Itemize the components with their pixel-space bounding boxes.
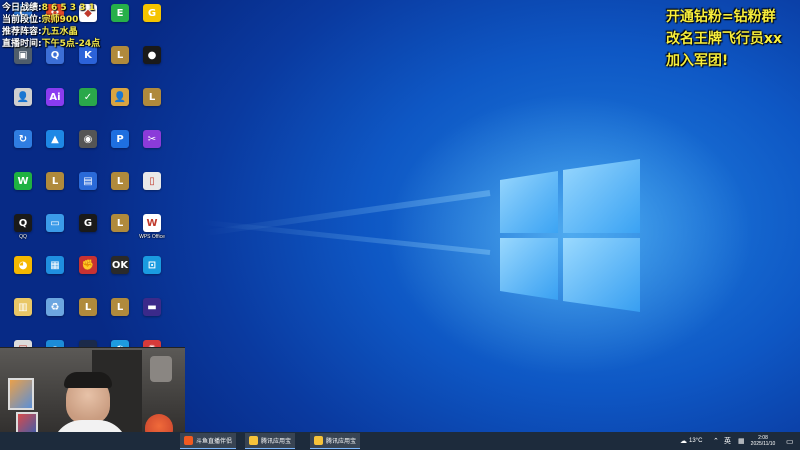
recycle-bin-icon: ♻ [46, 298, 64, 316]
clock-date: 2025/11/10 [750, 441, 776, 447]
stats-label: 推荐阵容: [2, 27, 42, 37]
lol-icon: L [46, 172, 64, 190]
app-icon: ✓ [79, 88, 97, 106]
app-icon: E [111, 4, 129, 22]
yingyongbao-icon [249, 436, 258, 445]
weather-temp: 13°C [689, 438, 703, 444]
network-icon[interactable]: ▦ [738, 432, 745, 450]
app-icon: ⊡ [143, 256, 161, 274]
lol-icon: L [111, 214, 129, 232]
taskbar-app-yingyongbao[interactable]: 腾讯应用宝 [245, 433, 296, 449]
app-icon: ◕ [14, 256, 32, 274]
stats-value: 下午5点-24点 [41, 39, 101, 49]
douyu-icon [184, 436, 193, 445]
app-icon: ◉ [79, 130, 97, 148]
system-clock[interactable]: 2:08 2025/11/10 [748, 432, 778, 450]
taskbar-app-label: 腾讯应用宝 [261, 439, 292, 445]
desktop-icon[interactable]: W WPS Office [132, 214, 172, 256]
stats-row: 今日战绩:8 6 5 3 3 1 [2, 2, 100, 14]
desktop-icon[interactable]: G [132, 4, 172, 46]
stats-value: 宗师900 [41, 15, 79, 25]
light-beam [201, 219, 491, 255]
file-icon: ▯ [143, 172, 161, 190]
stats-label: 当前段位: [2, 15, 42, 25]
app-icon: ✊ [79, 256, 97, 274]
app-icon: 👤 [14, 88, 32, 106]
promo-overlay: 开通钻粉=钻粉群 改名王牌飞行员xx 加入军团! [666, 6, 782, 72]
taskbar-app-label: 斗鱼直播伴侣 [196, 439, 233, 445]
app-icon: ↻ [14, 130, 32, 148]
notification-icon[interactable]: ▭ [786, 432, 794, 450]
desktop-icon[interactable]: ▯ [132, 172, 172, 214]
weather-widget[interactable]: ☁ 13°C [680, 432, 702, 450]
wall-poster [8, 378, 34, 410]
desktop-icon[interactable]: ⊡ [132, 256, 172, 298]
wps-icon: W [143, 214, 161, 232]
app-icon: 👤 [111, 88, 129, 106]
ime-indicator[interactable]: 英 [724, 432, 731, 450]
desktop-icon-label: WPS Office [139, 234, 165, 240]
app-icon: ▤ [79, 172, 97, 190]
taskbar-app-label: 腾讯应用宝 [326, 439, 357, 445]
app-icon: ● [143, 46, 161, 64]
taskbar-app-yingyongbao[interactable]: 腾讯应用宝 [310, 433, 361, 449]
wechat-icon: W [14, 172, 32, 190]
windows-logo [480, 150, 650, 320]
stats-row: 直播时间:下午5点-24点 [2, 38, 100, 50]
app-icon: ✂ [143, 130, 161, 148]
stats-label: 直播时间: [2, 39, 42, 49]
app-icon: ▬ [143, 298, 161, 316]
chevron-up-icon: ⌃ [713, 438, 719, 445]
stats-row: 推荐阵容:九五水晶 [2, 26, 100, 38]
stats-label: 今日战绩: [2, 3, 42, 13]
stats-row: 当前段位:宗师900 [2, 14, 100, 26]
taskbar: 斗鱼直播伴侣 腾讯应用宝 腾讯应用宝 ☁ 13°C ⌃ 英 ▦ 2:08 202… [0, 432, 800, 450]
stream-stats-overlay: 今日战绩:8 6 5 3 3 1 当前段位:宗师900 推荐阵容:九五水晶 直播… [2, 2, 100, 50]
desktop-icon[interactable]: ✂ [132, 130, 172, 172]
app-icon: G [143, 4, 161, 22]
app-icon: G [79, 214, 97, 232]
desktop-icon[interactable]: ▬ [132, 298, 172, 340]
app-icon: ▦ [46, 256, 64, 274]
lol-icon: L [111, 46, 129, 64]
file-icon: ▥ [14, 298, 32, 316]
promo-line: 改名王牌飞行员xx [665, 31, 782, 47]
desktop-icon[interactable]: L [132, 88, 172, 130]
desktop-icon[interactable]: ● [132, 46, 172, 88]
weather-icon: ☁ [680, 438, 687, 445]
app-icon: P [111, 130, 129, 148]
app-icon: OK [111, 256, 129, 274]
lol-icon: L [111, 298, 129, 316]
taskbar-app-douyu[interactable]: 斗鱼直播伴侣 [180, 433, 237, 449]
person-hair [64, 372, 112, 388]
qq-icon: Q [14, 214, 32, 232]
app-icon: ▲ [46, 130, 64, 148]
promo-line: 加入军团! [665, 53, 729, 69]
ime-label: 英 [724, 438, 731, 445]
lol-icon: L [143, 88, 161, 106]
yingyongbao-icon [314, 436, 323, 445]
lol-icon: L [79, 298, 97, 316]
stats-value: 8 6 5 3 3 1 [41, 3, 95, 13]
app-icon: Ai [46, 88, 64, 106]
promo-line: 开通钻粉=钻粉群 [665, 9, 776, 25]
stats-value: 九五水晶 [41, 27, 78, 37]
lol-icon: L [111, 172, 129, 190]
wall-object [150, 356, 172, 382]
tray-expand-button[interactable]: ⌃ [713, 432, 719, 450]
app-icon: ▭ [46, 214, 64, 232]
